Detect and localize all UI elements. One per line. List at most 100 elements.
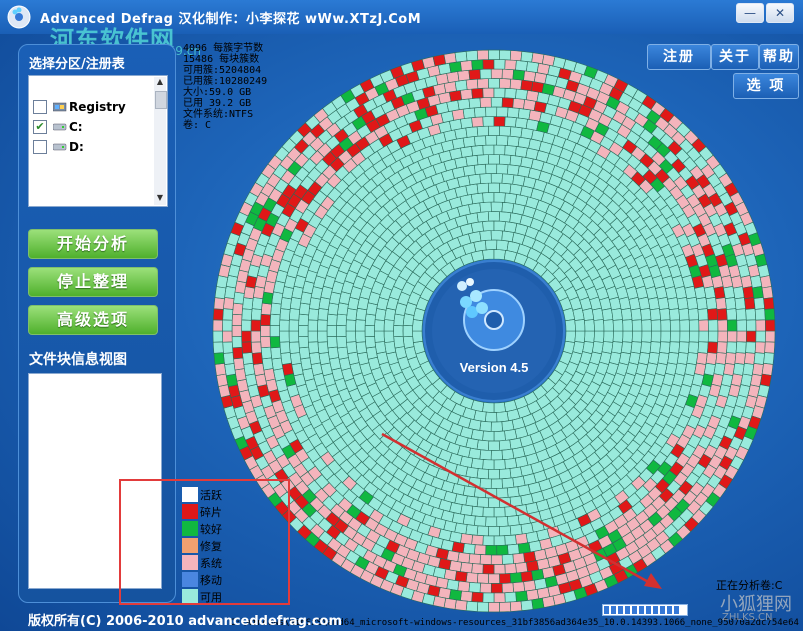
disk-cluster-block	[269, 325, 280, 337]
disk-cluster-block	[493, 220, 506, 232]
disk-cluster-block	[470, 457, 484, 470]
disk-cluster-block	[298, 336, 310, 349]
disk-cluster-block	[504, 87, 517, 99]
disk-cluster-block	[696, 297, 708, 310]
disk-cluster-block	[574, 319, 586, 332]
disk-cluster-block	[764, 330, 776, 343]
disk-cluster-block	[687, 308, 700, 321]
disk-cluster-block	[515, 117, 528, 129]
disk-cluster-block	[667, 351, 679, 365]
disk-cluster-block	[593, 319, 605, 332]
disk-cluster-block	[374, 341, 387, 354]
disk-cluster-block	[476, 182, 490, 194]
disk-cluster-block	[479, 554, 492, 565]
disk-cluster-block	[764, 308, 776, 321]
disk-cluster-block	[496, 239, 509, 251]
disk-cluster-block	[526, 589, 540, 601]
disk-cluster-block	[504, 116, 517, 128]
disk-cluster-block	[374, 330, 385, 343]
disk-cluster-block	[231, 325, 242, 337]
disk-cluster-block	[724, 297, 737, 310]
disk-cluster-block	[279, 308, 291, 321]
disk-cluster-block	[517, 542, 531, 554]
disk-cluster-block	[531, 597, 545, 610]
disk-cluster-block	[688, 319, 700, 332]
disk-cluster-block	[457, 580, 471, 593]
disk-cluster-block	[222, 319, 233, 332]
disk-cluster-block	[507, 107, 520, 119]
disk-cluster-block	[640, 307, 652, 321]
disk-cluster-block	[509, 572, 523, 584]
disk-cluster-block	[754, 308, 766, 321]
disk-cluster-block	[504, 563, 517, 575]
stat-size: 大小:59.0 GB	[183, 87, 252, 98]
progress-segment	[660, 606, 665, 614]
disk-cluster-block	[260, 302, 272, 316]
disk-cluster-block	[593, 330, 605, 343]
disk-cluster-block	[496, 163, 509, 175]
disk-cluster-block	[697, 308, 709, 321]
disk-cluster-block	[485, 544, 498, 556]
disk-cluster-block	[496, 411, 509, 423]
disk-cluster-block	[761, 362, 774, 376]
disk-cluster-block	[734, 297, 746, 310]
disk-cluster-block	[307, 319, 319, 332]
disk-cluster-block	[468, 97, 481, 109]
disk-cluster-block	[485, 135, 498, 146]
progress-bar	[602, 604, 688, 616]
disk-cluster-block	[630, 308, 642, 321]
disk-cluster-block	[476, 439, 490, 451]
disk-cluster-block	[482, 563, 495, 575]
disk-cluster-block	[482, 116, 495, 127]
disk-cluster-block	[515, 88, 528, 101]
disk-cluster-block	[465, 572, 479, 584]
disk-cluster-block	[485, 516, 498, 527]
disk-cluster-block	[679, 330, 690, 343]
disk-cluster-block	[506, 486, 520, 498]
disk-cluster-block	[488, 526, 500, 537]
disk-cluster-block	[374, 319, 385, 332]
disk-cluster-block	[640, 341, 652, 355]
disk-cluster-block	[336, 313, 348, 327]
disk-cluster-block	[465, 466, 479, 479]
disk-cluster-block	[298, 302, 311, 316]
disk-cluster-block	[364, 335, 376, 349]
disk-cluster-block	[501, 553, 514, 565]
disk-cluster-block	[490, 478, 503, 489]
disk-cluster-block	[213, 297, 225, 310]
disk-cluster-block	[473, 515, 487, 527]
disk-cluster-block	[242, 297, 254, 310]
disk-cluster-block	[490, 97, 503, 108]
disk-cluster-block	[454, 599, 468, 611]
disk-cluster-block	[307, 330, 319, 343]
disk-cluster-block	[667, 297, 679, 311]
disk-cluster-block	[336, 335, 348, 349]
disk-cluster-block	[482, 144, 495, 156]
disk-cluster-block	[509, 524, 523, 536]
disk-cluster-block	[454, 570, 468, 583]
disk-cluster-block	[541, 595, 556, 608]
disk-cluster-block	[355, 330, 366, 343]
disk-cluster-block	[668, 308, 681, 321]
disk-cluster-block	[698, 319, 709, 332]
disk-cluster-block	[649, 341, 661, 354]
disk-cluster-block	[473, 106, 487, 118]
disk-cluster-block	[212, 308, 224, 321]
disk-cluster-block	[509, 126, 523, 138]
disk-cluster-block	[523, 579, 537, 592]
disk-cluster-block	[487, 469, 501, 480]
disk-cluster-block	[383, 330, 395, 343]
disk-cluster-block	[504, 534, 517, 546]
disk-cluster-block	[214, 362, 227, 376]
disk-cluster-block	[641, 319, 652, 332]
disk-cluster-block	[471, 563, 484, 575]
progress-segment	[653, 606, 658, 614]
disk-stats: 4096 每簇字节数 15486 每块簇数 可用簇:5204804 已用簇:10…	[183, 43, 267, 131]
disk-cluster-block	[261, 291, 274, 305]
disk-cluster-block	[471, 116, 484, 128]
disk-cluster-block	[269, 313, 281, 326]
disk-cluster-block	[317, 308, 329, 321]
disk-cluster-block	[726, 330, 738, 343]
disk-cluster-block	[669, 319, 681, 332]
disk-cluster-block	[241, 308, 253, 321]
